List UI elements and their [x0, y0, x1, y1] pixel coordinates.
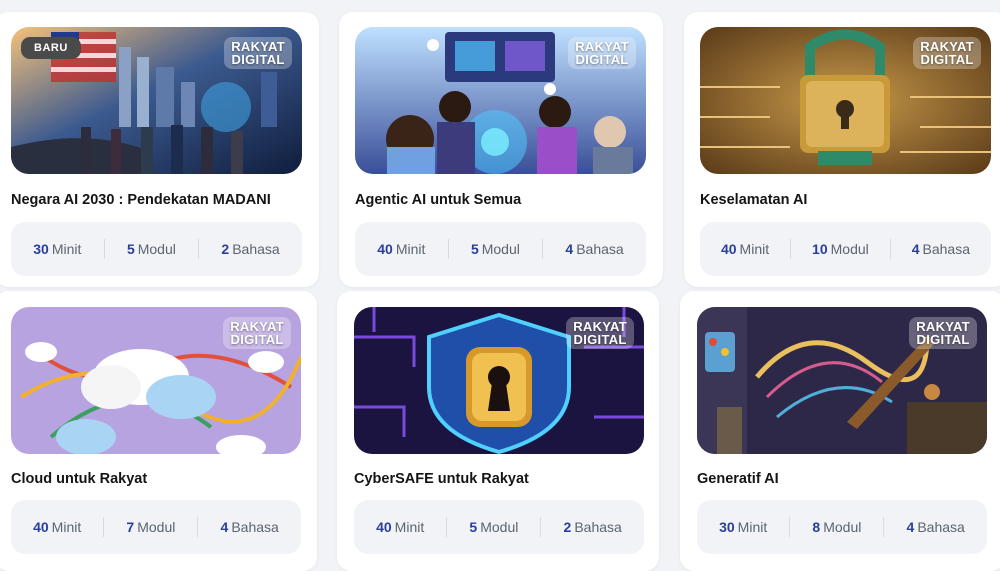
course-stats: 30 Minit 8 Modul 4 Bahasa [697, 500, 987, 554]
course-stats: 40 Minit 5 Modul 2 Bahasa [354, 500, 644, 554]
divider [883, 517, 885, 537]
duration-stat: 40 Minit [720, 241, 770, 257]
course-card-cybersafe[interactable]: RAKYAT DIGITAL CyberSAFE untuk Rakyat 40… [337, 291, 659, 571]
modules-stat: 5 Modul [470, 241, 520, 257]
modules-stat: 7 Modul [126, 519, 176, 535]
course-title[interactable]: Cloud untuk Rakyat [11, 471, 147, 487]
course-stats: 40 Minit 7 Modul 4 Bahasa [11, 500, 301, 554]
divider [103, 239, 105, 259]
course-thumbnail-ai-people[interactable]: RAKYAT DIGITAL [355, 27, 646, 174]
duration-stat: 40 Minit [33, 519, 82, 535]
rakyat-digital-logo: RAKYAT DIGITAL [909, 317, 977, 349]
divider [197, 517, 199, 537]
new-badge: BARU [21, 37, 81, 59]
divider [540, 517, 542, 537]
modules-stat: 8 Modul [812, 519, 862, 535]
course-card-keselamatan-ai[interactable]: RAKYAT DIGITAL Keselamatan AI 40 Minit 10… [684, 12, 1000, 287]
languages-stat: 4 Bahasa [911, 241, 970, 257]
languages-stat: 4 Bahasa [565, 241, 624, 257]
divider [542, 239, 544, 259]
rakyat-digital-logo: RAKYAT DIGITAL [913, 37, 981, 69]
languages-stat: 4 Bahasa [220, 519, 279, 535]
course-title[interactable]: Agentic AI untuk Semua [355, 192, 521, 208]
languages-stat: 4 Bahasa [906, 519, 965, 535]
course-thumbnail-paintbrush[interactable]: RAKYAT DIGITAL [697, 307, 987, 454]
course-title[interactable]: Negara AI 2030 : Pendekatan MADANI [11, 192, 271, 208]
duration-stat: 30 Minit [719, 519, 768, 535]
course-thumbnail-keyhole-shield[interactable]: RAKYAT DIGITAL [354, 307, 644, 454]
divider [103, 517, 105, 537]
divider [789, 517, 791, 537]
modules-stat: 10 Modul [812, 241, 869, 257]
rakyat-digital-logo: RAKYAT DIGITAL [224, 37, 292, 69]
rakyat-digital-logo: RAKYAT DIGITAL [223, 317, 291, 349]
duration-stat: 30 Minit [33, 241, 82, 257]
divider [446, 517, 448, 537]
duration-stat: 40 Minit [376, 519, 425, 535]
course-thumbnail-city[interactable]: BARU RAKYAT DIGITAL [11, 27, 302, 174]
rakyat-digital-logo: RAKYAT DIGITAL [568, 37, 636, 69]
course-thumbnail-clouds[interactable]: RAKYAT DIGITAL [11, 307, 301, 454]
modules-stat: 5 Modul [469, 519, 519, 535]
course-stats: 30 Minit 5 Modul 2 Bahasa [11, 222, 302, 276]
course-thumbnail-secure-lock[interactable]: RAKYAT DIGITAL [700, 27, 991, 174]
course-title[interactable]: Keselamatan AI [700, 192, 807, 208]
course-title[interactable]: Generatif AI [697, 471, 779, 487]
rakyat-digital-logo: RAKYAT DIGITAL [566, 317, 634, 349]
course-stats: 40 Minit 5 Modul 4 Bahasa [355, 222, 646, 276]
languages-stat: 2 Bahasa [563, 519, 622, 535]
course-stats: 40 Minit 10 Modul 4 Bahasa [700, 222, 991, 276]
divider [198, 239, 200, 259]
modules-stat: 5 Modul [126, 241, 176, 257]
divider [889, 239, 891, 259]
divider [447, 239, 449, 259]
course-card-negara-ai[interactable]: BARU RAKYAT DIGITAL Negara AI 2030 : Pen… [0, 12, 319, 287]
languages-stat: 2 Bahasa [221, 241, 280, 257]
divider [790, 239, 792, 259]
course-card-agentic-ai[interactable]: RAKYAT DIGITAL Agentic AI untuk Semua 40… [339, 12, 663, 287]
course-title[interactable]: CyberSAFE untuk Rakyat [354, 471, 529, 487]
course-card-cloud[interactable]: RAKYAT DIGITAL Cloud untuk Rakyat 40 Mini… [0, 291, 317, 571]
course-card-generatif-ai[interactable]: RAKYAT DIGITAL Generatif AI 30 Minit 8 Mod… [680, 291, 1000, 571]
duration-stat: 40 Minit [377, 241, 426, 257]
